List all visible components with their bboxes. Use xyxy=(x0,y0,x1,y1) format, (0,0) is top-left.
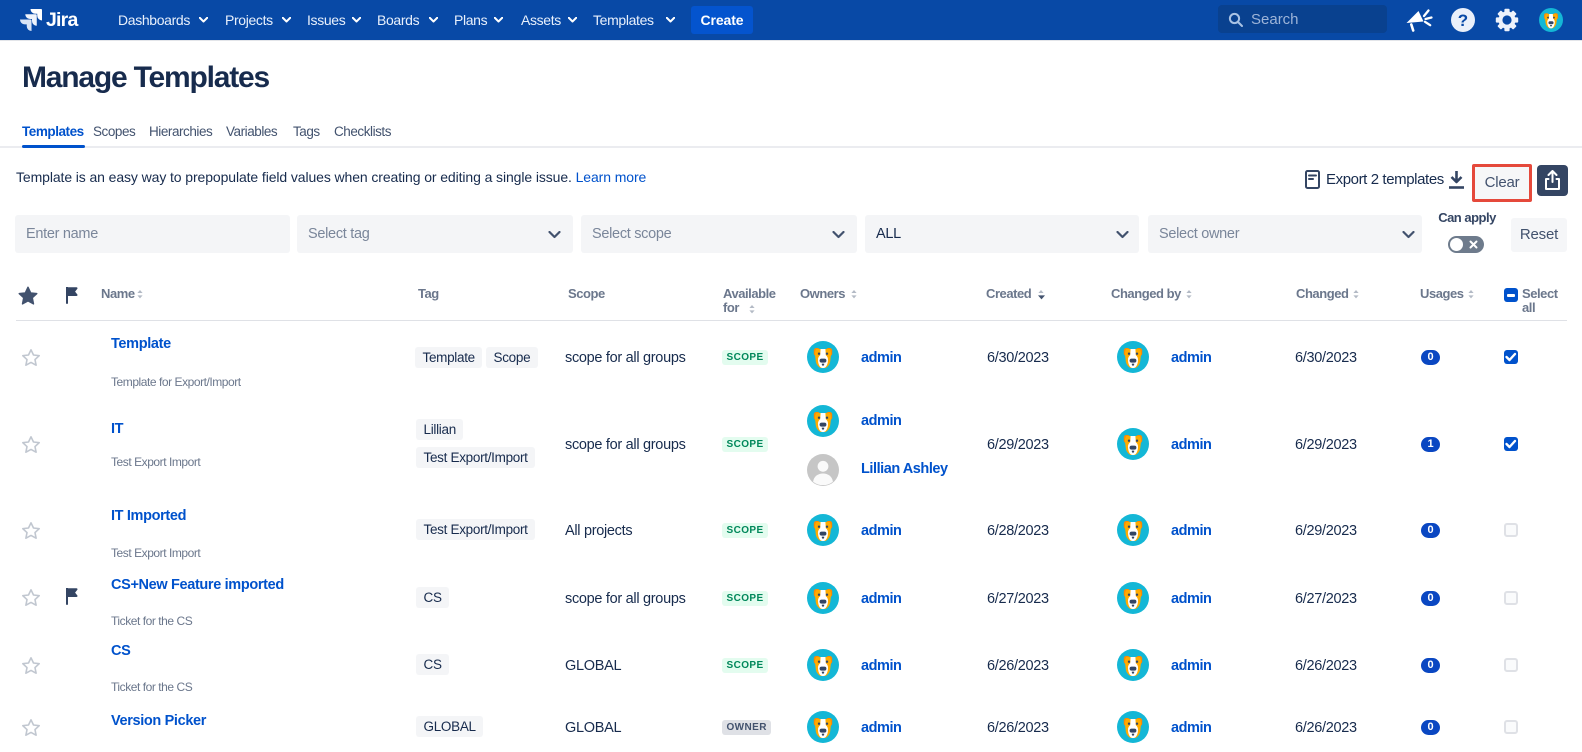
svg-text:?: ? xyxy=(1458,11,1468,30)
